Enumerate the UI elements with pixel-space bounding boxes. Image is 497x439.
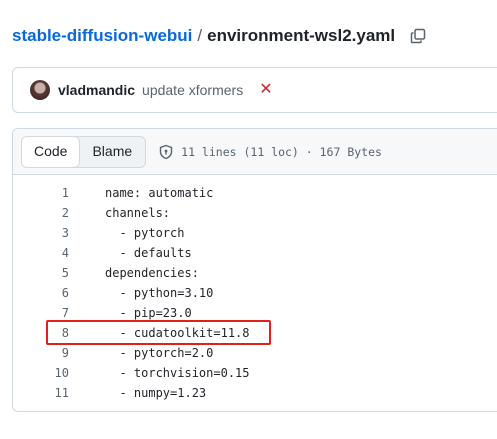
tab-blame[interactable]: Blame [79, 137, 145, 167]
tab-code[interactable]: Code [22, 136, 81, 167]
line-text: - python=3.10 [105, 286, 214, 300]
shield-icon[interactable] [158, 144, 174, 160]
line-number[interactable]: 11 [13, 383, 69, 403]
avatar[interactable] [30, 80, 50, 100]
line-text: - pytorch [105, 226, 185, 240]
line-number[interactable]: 3 [13, 223, 69, 243]
line-text: name: automatic [105, 186, 214, 200]
code-line: 11 - numpy=1.23 [13, 383, 497, 403]
copy-path-icon[interactable] [409, 27, 427, 45]
latest-commit-bar: vladmandic update xformers ✕ [12, 67, 497, 113]
line-text: - defaults [105, 246, 192, 260]
line-number[interactable]: 5 [13, 263, 69, 283]
line-text: dependencies: [105, 266, 199, 280]
x-icon[interactable]: ✕ [259, 82, 272, 98]
file-info: 11 lines (11 loc) · 167 Bytes [181, 144, 382, 159]
file-viewer: Code Blame 11 lines (11 loc) · 167 Bytes… [12, 128, 497, 412]
code-line: 2 channels: [13, 203, 497, 223]
file-name: environment-wsl2.yaml [207, 26, 396, 45]
line-number[interactable]: 1 [13, 183, 69, 203]
code-line: 9 - pytorch=2.0 [13, 343, 497, 363]
code-line: 10 - torchvision=0.15 [13, 363, 497, 383]
file-header: Code Blame 11 lines (11 loc) · 167 Bytes [13, 129, 497, 175]
line-text: channels: [105, 206, 171, 220]
commit-message[interactable]: update xformers [142, 82, 243, 98]
code-line: 4 - defaults [13, 243, 497, 263]
line-text: - pytorch=2.0 [105, 346, 214, 360]
line-number[interactable]: 9 [13, 343, 69, 363]
line-number[interactable]: 2 [13, 203, 69, 223]
commit-author[interactable]: vladmandic [58, 82, 135, 98]
code-line: 3 - pytorch [13, 223, 497, 243]
breadcrumb-separator: / [197, 26, 203, 45]
line-number[interactable]: 6 [13, 283, 69, 303]
annotation-highlight-box [46, 320, 271, 345]
line-number[interactable]: 4 [13, 243, 69, 263]
code-line: 6 - python=3.10 [13, 283, 497, 303]
line-number[interactable]: 10 [13, 363, 69, 383]
line-text: - torchvision=0.15 [105, 366, 250, 380]
code-line: 1 name: automatic [13, 183, 497, 203]
code-line: 5 dependencies: [13, 263, 497, 283]
view-toggle: Code Blame [21, 135, 147, 168]
code-view: 1 name: automatic 2 channels: 3 - pytorch … [13, 175, 497, 403]
breadcrumb: stable-diffusion-webui / environment-wsl… [12, 24, 427, 48]
line-text: - numpy=1.23 [105, 386, 207, 400]
repo-link[interactable]: stable-diffusion-webui [12, 24, 192, 48]
